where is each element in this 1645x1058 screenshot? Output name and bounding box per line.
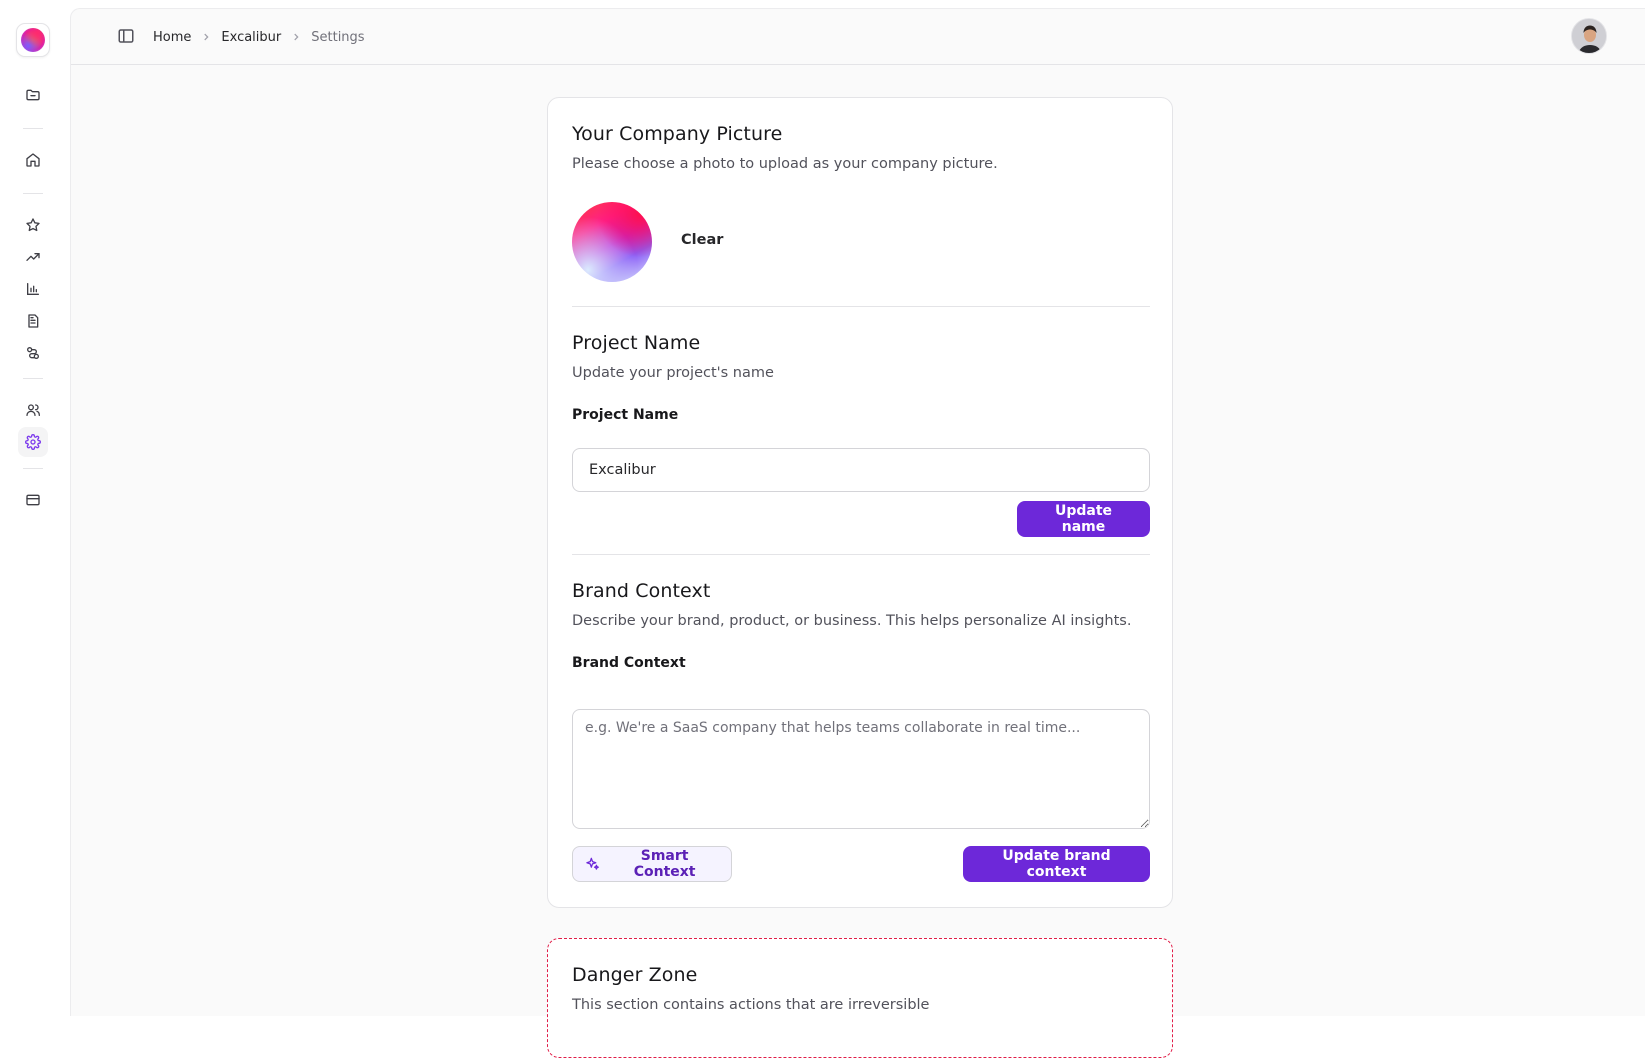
- company-picture-description: Please choose a photo to upload as your …: [572, 156, 998, 172]
- user-avatar[interactable]: [1571, 18, 1607, 54]
- clear-picture-button[interactable]: Clear: [681, 232, 723, 248]
- sidebar-divider: [23, 128, 43, 129]
- topbar: Home Excalibur Settings: [71, 9, 1645, 65]
- breadcrumb-project[interactable]: Excalibur: [221, 30, 281, 45]
- settings-icon[interactable]: [18, 427, 48, 457]
- breadcrumb-current: Settings: [311, 29, 365, 45]
- brand-context-textarea[interactable]: [572, 709, 1150, 829]
- app-logo[interactable]: [16, 23, 50, 57]
- danger-zone-description: This section contains actions that are i…: [572, 997, 930, 1013]
- project-name-description: Update your project's name: [572, 365, 774, 381]
- sparkles-icon: [586, 857, 599, 870]
- section-divider: [572, 306, 1150, 307]
- integrations-icon[interactable]: [18, 338, 48, 368]
- brand-context-label: Brand Context: [572, 655, 686, 671]
- project-name-input[interactable]: [572, 448, 1150, 492]
- company-picture[interactable]: [572, 202, 652, 282]
- company-picture-title: Your Company Picture: [572, 123, 783, 145]
- project-name-label: Project Name: [572, 407, 679, 423]
- document-icon[interactable]: [18, 306, 48, 336]
- settings-card: Your Company Picture Please choose a pho…: [547, 97, 1173, 908]
- update-brand-context-button[interactable]: Update brand context: [963, 846, 1150, 882]
- brand-context-title: Brand Context: [572, 580, 711, 602]
- danger-zone-title: Danger Zone: [572, 964, 698, 986]
- logo-orb: [21, 28, 45, 52]
- breadcrumb-home[interactable]: Home: [153, 30, 191, 45]
- home-icon[interactable]: [18, 145, 48, 175]
- update-name-button[interactable]: Update name: [1017, 501, 1150, 537]
- sidebar: [0, 0, 70, 1016]
- sidebar-toggle-icon[interactable]: [117, 27, 135, 45]
- chevron-right-icon: [201, 32, 211, 42]
- credit-card-icon[interactable]: [18, 485, 48, 515]
- trending-up-icon[interactable]: [18, 242, 48, 272]
- users-icon[interactable]: [18, 395, 48, 425]
- section-divider: [572, 554, 1150, 555]
- main-panel: Home Excalibur Settings Your Company Pic…: [70, 8, 1645, 1058]
- sidebar-divider: [23, 468, 43, 469]
- sidebar-divider: [23, 378, 43, 379]
- smart-context-label: Smart Context: [633, 848, 696, 880]
- brand-context-description: Describe your brand, product, or busines…: [572, 613, 1132, 629]
- breadcrumb: Home Excalibur Settings: [153, 27, 365, 47]
- bar-chart-icon[interactable]: [18, 274, 48, 304]
- project-name-title: Project Name: [572, 332, 701, 354]
- sidebar-divider: [23, 193, 43, 194]
- smart-context-button[interactable]: Smart Context: [572, 846, 732, 882]
- folder-icon[interactable]: [18, 80, 48, 110]
- chevron-right-icon: [291, 32, 301, 42]
- star-icon[interactable]: [18, 210, 48, 240]
- danger-zone-card: Danger Zone This section contains action…: [547, 938, 1173, 1058]
